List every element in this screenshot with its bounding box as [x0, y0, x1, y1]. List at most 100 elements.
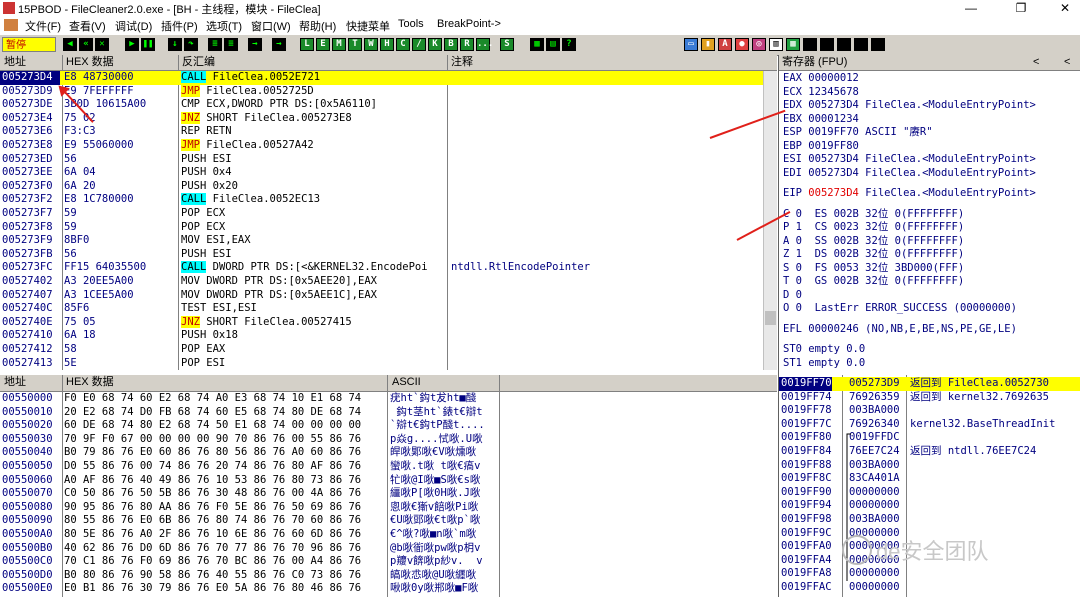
stack-row[interactable]: 0019FF84 76EE7C24 返回到 ntdll.76EE7C24 — [779, 445, 1080, 459]
help-icon[interactable]: ? — [562, 38, 576, 51]
disasm-row[interactable]: 00527410 6A 18 PUSH 0x18 — [0, 329, 763, 343]
plugin-icon-6[interactable]: ▥ — [769, 38, 783, 51]
window-r-button[interactable]: R — [460, 38, 474, 51]
trace-over-button[interactable]: ≡ — [224, 38, 238, 51]
stack-row[interactable]: 0019FF74 76926359 返回到 kernel32.7692635 — [779, 391, 1080, 405]
col-header-comment[interactable]: 注释 — [451, 55, 473, 70]
menu-view[interactable]: 查看(V) — [69, 18, 106, 34]
register-line[interactable]: S 0 FS 0053 32位 3BD000(FFF) — [783, 262, 964, 275]
register-line[interactable]: EIP 005273D4 FileClea.<ModuleEntryPoint> — [783, 187, 1036, 200]
register-line[interactable]: EDI 005273D4 FileClea.<ModuleEntryPoint> — [783, 167, 1036, 180]
goto-button[interactable]: → — [272, 38, 286, 51]
execute-till-return-button[interactable]: → — [248, 38, 262, 51]
disasm-row[interactable]: 005273F2 E8 1C780000 CALL FileClea.0052EC1… — [0, 193, 763, 207]
grid-icon[interactable]: ▦ — [530, 38, 544, 51]
minimize-icon[interactable]: — — [962, 0, 980, 16]
registers-next-icon[interactable]: < — [1064, 55, 1070, 70]
registers-list[interactable]: EAX 00000012 ECX 12345678 EDX 005273D4 Fil… — [779, 71, 1080, 371]
register-line[interactable]: ESP 0019FF70 ASCII "赓R" — [783, 126, 933, 139]
disasm-row[interactable]: 005273D4 E8 48730000 CALL FileClea.0052E72… — [0, 71, 763, 85]
run-button[interactable]: ▶ — [125, 38, 139, 51]
disasm-row[interactable]: 00527413 5E POP ESI — [0, 357, 763, 370]
menu-shortcut[interactable]: 快捷菜单 — [346, 18, 390, 34]
col-header-dis[interactable]: 反汇编 — [182, 55, 215, 70]
register-line[interactable]: ECX 12345678 — [783, 86, 859, 99]
close-process-button[interactable]: ✕ — [95, 38, 109, 51]
disasm-row[interactable]: 005273ED 56 PUSH ESI — [0, 153, 763, 167]
plugin-icon-2[interactable]: ▮ — [701, 38, 715, 51]
dump-header-ascii[interactable]: ASCII — [392, 375, 421, 390]
open-button[interactable]: ◀ — [63, 38, 77, 51]
stack-row[interactable]: 0019FF94 00000000 — [779, 499, 1080, 513]
menu-file[interactable]: 文件(F) — [25, 18, 61, 34]
window-w-button[interactable]: W — [364, 38, 378, 51]
dump-header-hex[interactable]: HEX 数据 — [66, 375, 114, 390]
disasm-row[interactable]: 00527402 A3 20EE5A00 MOV DWORD PTR DS:[0x5… — [0, 275, 763, 289]
disasm-row[interactable]: 005273F8 59 POP ECX — [0, 221, 763, 235]
disasm-row[interactable]: 005273E8 E9 55060000 JMP FileClea.00527A42 — [0, 139, 763, 153]
close-icon[interactable]: ✕ — [1056, 0, 1074, 16]
plugin-icon-8[interactable] — [803, 38, 817, 51]
plugin-icon-4[interactable]: ● — [735, 38, 749, 51]
stack-row[interactable]: 0019FF7C 76926340 kernel32.BaseThreadInit — [779, 418, 1080, 432]
maximize-icon[interactable]: ❐ — [1012, 0, 1030, 16]
plugin-icon-9[interactable] — [820, 38, 834, 51]
register-line[interactable]: EFL 00000246 (NO,NB,E,BE,NS,PE,GE,LE) — [783, 323, 1017, 336]
stack-row[interactable]: 0019FF80 0019FFDC — [779, 431, 1080, 445]
menu-breakpoint[interactable]: BreakPoint-> — [437, 18, 501, 30]
register-line[interactable]: P 1 CS 0023 32位 0(FFFFFFFF) — [783, 221, 964, 234]
register-line[interactable]: EBX 00001234 — [783, 113, 859, 126]
trace-into-button[interactable]: ≡ — [208, 38, 222, 51]
window-h-button[interactable]: H — [380, 38, 394, 51]
window-l-button[interactable]: L — [300, 38, 314, 51]
menu-debug[interactable]: 调试(D) — [115, 18, 152, 34]
plugin-icon-5[interactable]: ◎ — [752, 38, 766, 51]
stack-row[interactable]: 0019FFAC 00000000 — [779, 581, 1080, 595]
plugin-icon-12[interactable] — [871, 38, 885, 51]
stack-row[interactable]: 0019FF8C 83CA401A — [779, 472, 1080, 486]
register-line[interactable]: O 0 LastErr ERROR_SUCCESS (00000000) — [783, 302, 1017, 315]
plugin-icon-10[interactable] — [837, 38, 851, 51]
window-e-button[interactable]: E — [316, 38, 330, 51]
window-c-button[interactable]: C — [396, 38, 410, 51]
disasm-row[interactable]: 005273FB 56 PUSH ESI — [0, 248, 763, 262]
register-line[interactable]: C 0 ES 002B 32位 0(FFFFFFFF) — [783, 208, 964, 221]
menu-tools[interactable]: Tools — [398, 18, 424, 30]
dump-list[interactable]: 00550000 F0 E0 68 74 60 E2 68 74 A0 E3 68… — [0, 392, 500, 597]
menu-window[interactable]: 窗口(W) — [251, 18, 291, 34]
pause-button[interactable]: ❚❚ — [141, 38, 155, 51]
window-dots-button[interactable]: ... — [476, 38, 493, 51]
disasm-row[interactable]: 00527412 58 POP EAX — [0, 343, 763, 357]
disasm-row[interactable]: 0052740E 75 05 JNZ SHORT FileClea.00527415 — [0, 315, 763, 330]
col-header-addr[interactable]: 地址 — [4, 55, 26, 70]
disasm-row[interactable]: 005273F0 6A 20 PUSH 0x20 — [0, 180, 763, 194]
window-k-button[interactable]: K — [428, 38, 442, 51]
disasm-row[interactable]: 005273D9 E9 7FEFFFFF JMP FileClea.0052725D — [0, 84, 763, 99]
menu-plugins[interactable]: 插件(P) — [161, 18, 198, 34]
register-line[interactable]: EDX 005273D4 FileClea.<ModuleEntryPoint> — [783, 99, 1036, 112]
disasm-row[interactable]: 005273E6 F3:C3 REP RETN — [0, 125, 763, 139]
register-line[interactable]: D 0 — [783, 289, 802, 302]
col-header-hex[interactable]: HEX 数据 — [66, 55, 114, 70]
stack-row[interactable]: 0019FF78 003BA000 — [779, 404, 1080, 418]
window-t-button[interactable]: T — [348, 38, 362, 51]
list-icon[interactable]: ▤ — [546, 38, 560, 51]
disasm-row[interactable]: 005273DE 3B0D 10615A00 CMP ECX,DWORD PTR D… — [0, 98, 763, 112]
stack-row[interactable]: 0019FF70 005273D9 返回到 FileClea.0052730 — [779, 377, 1080, 391]
disasm-row[interactable]: 005273EE 6A 04 PUSH 0x4 — [0, 166, 763, 180]
plugin-icon-3[interactable]: A — [718, 38, 732, 51]
register-line[interactable]: ST0 empty 0.0 — [783, 343, 865, 356]
stack-row[interactable]: 0019FF98 003BA000 — [779, 513, 1080, 527]
plugin-icon-11[interactable] — [854, 38, 868, 51]
register-line[interactable]: A 0 SS 002B 32位 0(FFFFFFFF) — [783, 235, 964, 248]
disasm-row[interactable]: 00527407 A3 1CEE5A00 MOV DWORD PTR DS:[0x5… — [0, 289, 763, 303]
disasm-row[interactable]: 005273FC FF15 64035500 CALL DWORD PTR DS:[… — [0, 261, 763, 275]
stack-row[interactable]: 0019FF90 00000000 — [779, 486, 1080, 500]
step-over-button[interactable]: ↷ — [184, 38, 198, 51]
window-s-button[interactable]: S — [500, 38, 514, 51]
plugin-icon-7[interactable]: ▦ — [786, 38, 800, 51]
register-line[interactable]: ESI 005273D4 FileClea.<ModuleEntryPoint> — [783, 153, 1036, 166]
register-line[interactable]: Z 1 DS 002B 32位 0(FFFFFFFF) — [783, 248, 964, 261]
disasm-row[interactable]: 005273F7 59 POP ECX — [0, 207, 763, 221]
plugin-icon-1[interactable]: ▭ — [684, 38, 698, 51]
